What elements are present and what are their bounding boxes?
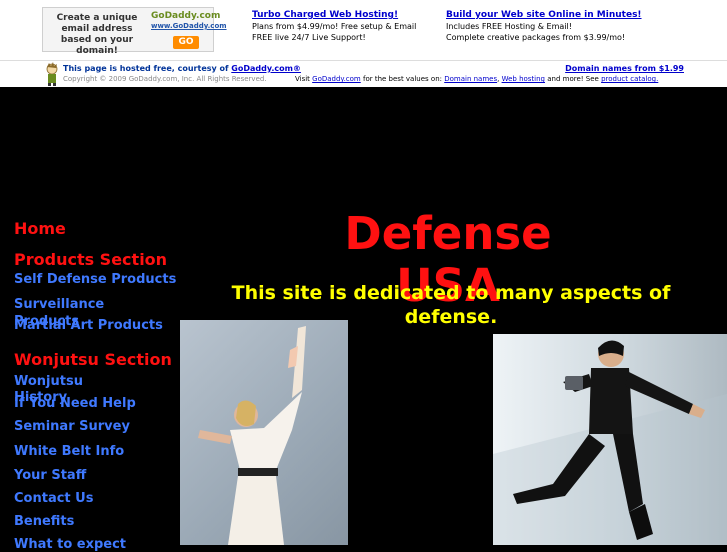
godaddy-link[interactable]: GoDaddy.com® xyxy=(231,64,301,73)
promo-hosting-line1: Plans from $4.99/mo! Free setup & Email xyxy=(252,22,417,31)
promo-website-line2: Complete creative packages from $3.99/mo… xyxy=(446,33,626,42)
domain-names-link[interactable]: Domain names xyxy=(444,75,497,83)
nav-white-belt-info[interactable]: White Belt Info xyxy=(14,445,124,459)
nav-what-to-expect[interactable]: What to expect xyxy=(14,538,126,552)
nav-if-you-need-help[interactable]: If You Need Help xyxy=(14,397,136,411)
godaddy-mascot-icon xyxy=(46,62,58,86)
visit-prefix: Visit xyxy=(295,75,310,83)
promo-hosting-link[interactable]: Turbo Charged Web Hosting! xyxy=(252,9,416,21)
visit-mid: for the best values on: xyxy=(362,75,442,83)
go-button[interactable]: GO xyxy=(173,36,199,49)
nav-self-defense-products[interactable]: Self Defense Products xyxy=(14,273,176,287)
hosted-notice: This page is hosted free, courtesy of Go… xyxy=(63,63,301,74)
martial-artist-camera-photo xyxy=(493,334,727,545)
product-catalog-link[interactable]: product catalog. xyxy=(601,75,658,83)
nav-home[interactable]: Home xyxy=(14,220,66,238)
web-hosting-link[interactable]: Web hosting xyxy=(502,75,545,83)
nav-contact-us[interactable]: Contact Us xyxy=(14,492,93,506)
copyright-text: Copyright © 2009 GoDaddy.com, Inc. All R… xyxy=(63,75,267,83)
martial-artist-figure xyxy=(493,340,727,545)
link-separator: , xyxy=(497,75,500,83)
nav-your-staff[interactable]: Your Staff xyxy=(14,469,86,483)
ad-text: Create a unique email address based on y… xyxy=(56,13,138,56)
visit-more: and more! See xyxy=(547,75,599,83)
karate-kick-photo xyxy=(180,320,348,545)
logo-site: www.GoDaddy.com xyxy=(151,22,227,30)
godaddy-banner: Create a unique email address based on y… xyxy=(0,0,727,60)
promo-website-line1: Includes FREE Hosting & Email! xyxy=(446,22,572,31)
nav-heading-products: Products Section xyxy=(14,250,168,269)
visit-godaddy-link[interactable]: GoDaddy.com xyxy=(312,75,361,83)
logo-suffix: .com xyxy=(196,11,221,21)
visit-notice: Visit GoDaddy.com for the best values on… xyxy=(295,74,658,84)
promo-website: Build your Web site Online in Minutes! I… xyxy=(446,9,642,43)
godaddy-hosted-bar: This page is hosted free, courtesy of Go… xyxy=(0,60,727,87)
nav-seminar-survey[interactable]: Seminar Survey xyxy=(14,420,130,434)
promo-hosting: Turbo Charged Web Hosting! Plans from $4… xyxy=(252,9,416,43)
logo-text: GoDaddy xyxy=(151,11,197,21)
godaddy-email-ad[interactable]: Create a unique email address based on y… xyxy=(42,7,227,56)
nav-benefits[interactable]: Benefits xyxy=(14,515,74,529)
karate-woman-figure xyxy=(198,326,306,545)
domain-names-price-link[interactable]: Domain names from $1.99 xyxy=(565,63,684,74)
nav-heading-wonjutsu: Wonjutsu Section xyxy=(14,350,172,369)
hosted-prefix: This page is hosted free, courtesy of xyxy=(63,64,229,73)
promo-website-link[interactable]: Build your Web site Online in Minutes! xyxy=(446,9,642,21)
nav-martial-art-products[interactable]: Martial Art Products xyxy=(14,319,163,333)
page-subtitle: This site is dedicated to many aspects o… xyxy=(231,282,671,328)
godaddy-logo: GoDaddy.com www.GoDaddy.com xyxy=(151,11,227,30)
promo-hosting-line2: FREE live 24/7 Live Support! xyxy=(252,33,366,42)
